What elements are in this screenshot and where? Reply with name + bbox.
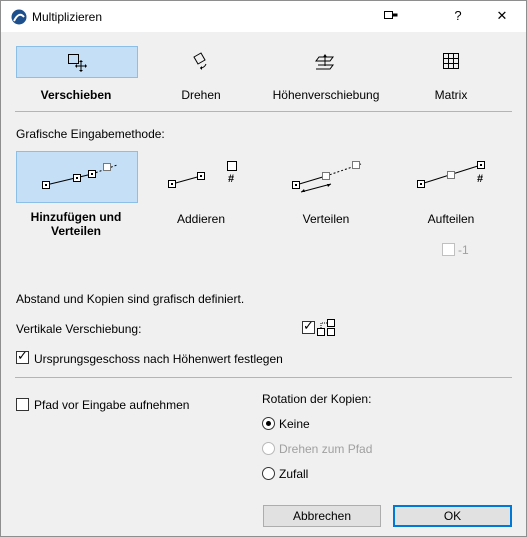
title-bar: Multiplizieren ? ✕ <box>1 1 526 32</box>
record-path-label: Pfad vor Eingabe aufnehmen <box>34 398 190 412</box>
tab-label-verschieben: Verschieben <box>40 88 112 102</box>
elevate-icon <box>315 54 334 70</box>
method-label-aufteilen: Aufteilen <box>427 212 475 226</box>
method-label-addieren: Addieren <box>176 212 226 226</box>
origin-floor-checkbox[interactable]: ✓ <box>16 349 29 364</box>
app-icon <box>11 9 27 25</box>
window-title: Multiplizieren <box>32 10 103 24</box>
method-aufteilen[interactable]: # <box>391 151 511 201</box>
vertical-shift-label: Vertikale Verschiebung: <box>16 322 142 336</box>
hash-label: # <box>228 173 235 185</box>
rotation-label-keine: Keine <box>279 417 310 431</box>
tab-hoehenverschiebung[interactable] <box>266 46 386 76</box>
rotation-radio-zufall[interactable] <box>262 467 275 480</box>
method-label-add-distribute-1: Hinzufügen und <box>30 210 122 224</box>
input-method-heading: Grafische Eingabemethode: <box>16 127 165 141</box>
matrix-icon <box>443 53 459 69</box>
rotation-radio-drehen-zum-pfad[interactable] <box>262 442 275 455</box>
addieren-icon <box>168 161 237 188</box>
aufteilen-icon <box>417 161 485 188</box>
info-text: Abstand und Kopien sind grafisch definie… <box>16 292 245 306</box>
method-verteilen[interactable] <box>266 151 386 201</box>
ok-button[interactable]: OK <box>393 505 512 527</box>
tab-label-drehen: Drehen <box>181 88 221 102</box>
method-addieren[interactable]: # <box>141 151 261 201</box>
vertical-shift-icon <box>317 319 335 336</box>
cancel-button[interactable]: Abbrechen <box>263 505 381 527</box>
rotation-label-zufall: Zufall <box>279 467 309 481</box>
add-distribute-icon <box>42 163 118 189</box>
rotate-icon <box>193 52 207 70</box>
rotation-radio-keine[interactable] <box>262 417 275 430</box>
hash-label: # <box>477 173 484 185</box>
method-label-add-distribute-2: Verteilen <box>50 224 102 238</box>
close-button[interactable]: ✕ <box>490 6 514 26</box>
multiply-dialog: Multiplizieren ? ✕ Verschieben Drehen Hö… <box>0 0 527 537</box>
help-button[interactable]: ? <box>446 6 470 26</box>
rotation-label-drehen-zum-pfad: Drehen zum Pfad <box>279 442 373 456</box>
pin-icon[interactable] <box>379 6 403 26</box>
tab-label-matrix: Matrix <box>434 88 468 102</box>
vertical-shift-checkbox[interactable]: ✓ <box>302 319 315 334</box>
divider <box>15 377 512 378</box>
record-path-checkbox[interactable] <box>16 398 29 411</box>
tab-matrix[interactable] <box>391 46 511 76</box>
tab-label-hoehenverschiebung: Höhenverschiebung <box>272 88 380 102</box>
rotation-heading: Rotation der Kopien: <box>262 392 372 406</box>
method-add-distribute[interactable] <box>16 151 138 203</box>
minus-one-label: -1 <box>458 243 469 257</box>
verteilen-icon <box>292 161 362 193</box>
method-label-verteilen: Verteilen <box>302 212 350 226</box>
divider <box>15 111 512 112</box>
tab-verschieben[interactable] <box>16 46 138 78</box>
move-icon <box>68 54 87 72</box>
origin-floor-label: Ursprungsgeschoss nach Höhenwert festleg… <box>34 352 283 366</box>
tab-drehen[interactable] <box>141 46 261 76</box>
minus-one-checkbox[interactable] <box>442 243 455 256</box>
